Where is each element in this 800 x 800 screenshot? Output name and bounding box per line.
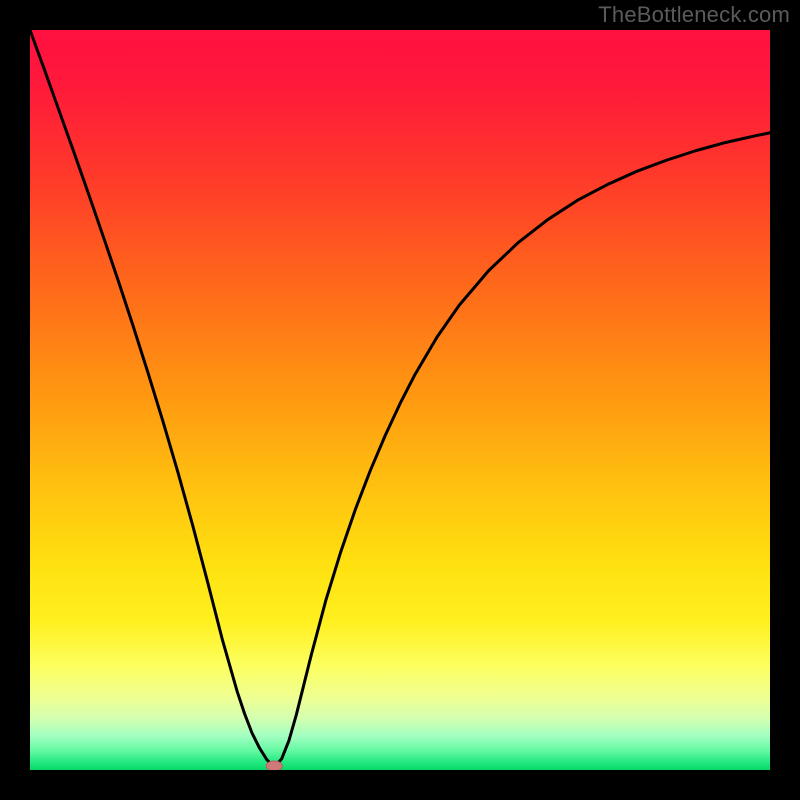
plot-svg (30, 30, 770, 770)
plot-area (30, 30, 770, 770)
chart-frame: TheBottleneck.com (0, 0, 800, 800)
minimum-marker (266, 761, 282, 770)
gradient-background (30, 30, 770, 770)
watermark-text: TheBottleneck.com (598, 2, 790, 28)
